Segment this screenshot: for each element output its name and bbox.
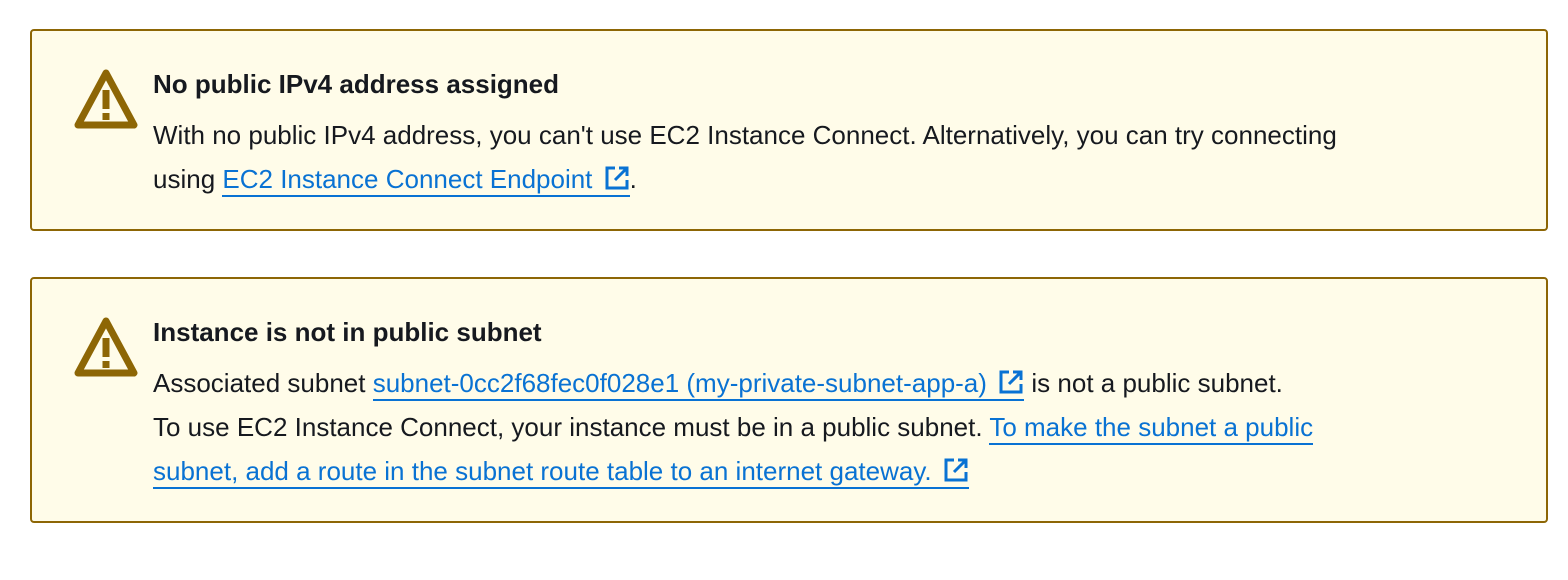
alert-body-line: With no public IPv4 address, you can't u… bbox=[153, 120, 1337, 150]
alert-text: . bbox=[629, 164, 637, 194]
subnet-link[interactable]: subnet-0cc2f68fec0f028e1 (my-private-sub… bbox=[372, 368, 1025, 401]
alert-body-line: To use EC2 Instance Connect, your instan… bbox=[153, 405, 1506, 449]
ec2-instance-connect-endpoint-link[interactable]: EC2 Instance Connect Endpoint bbox=[222, 164, 630, 197]
warning-alert-not-public-subnet: Instance is not in public subnet Associa… bbox=[30, 277, 1548, 523]
alert-text: To use EC2 Instance Connect, your instan… bbox=[153, 412, 990, 442]
alert-text: using bbox=[153, 164, 223, 194]
external-link-icon bbox=[605, 166, 629, 190]
link-label: subnet, add a route in the subnet route … bbox=[153, 456, 932, 486]
link-label: To make the subnet a public bbox=[989, 412, 1314, 442]
alert-content: Instance is not in public subnet Associa… bbox=[153, 317, 1506, 493]
warning-alert-no-public-ipv4: No public IPv4 address assigned With no … bbox=[30, 29, 1548, 231]
alert-body-line: subnet, add a route in the subnet route … bbox=[153, 449, 1506, 493]
alert-text: Associated subnet bbox=[153, 368, 373, 398]
alert-title: Instance is not in public subnet bbox=[153, 317, 542, 347]
external-link-icon bbox=[999, 370, 1023, 394]
public-subnet-route-link[interactable]: To make the subnet a public bbox=[989, 412, 1314, 445]
alert-content: No public IPv4 address assigned With no … bbox=[153, 69, 1506, 201]
alert-body-line: using EC2 Instance Connect Endpoint . bbox=[153, 157, 1506, 201]
alert-body: With no public IPv4 address, you can't u… bbox=[153, 113, 1506, 201]
alert-title: No public IPv4 address assigned bbox=[153, 69, 560, 99]
warning-icon bbox=[74, 69, 138, 129]
alert-body-line: Associated subnet subnet-0cc2f68fec0f028… bbox=[153, 361, 1506, 405]
warning-icon bbox=[74, 317, 138, 377]
external-link-icon bbox=[944, 458, 968, 482]
public-subnet-route-link[interactable]: subnet, add a route in the subnet route … bbox=[153, 456, 969, 489]
link-label: EC2 Instance Connect Endpoint bbox=[222, 164, 593, 194]
link-label: subnet-0cc2f68fec0f028e1 (my-private-sub… bbox=[372, 368, 987, 398]
alert-body: Associated subnet subnet-0cc2f68fec0f028… bbox=[153, 361, 1506, 493]
alert-text: is not a public subnet. bbox=[1024, 368, 1283, 398]
